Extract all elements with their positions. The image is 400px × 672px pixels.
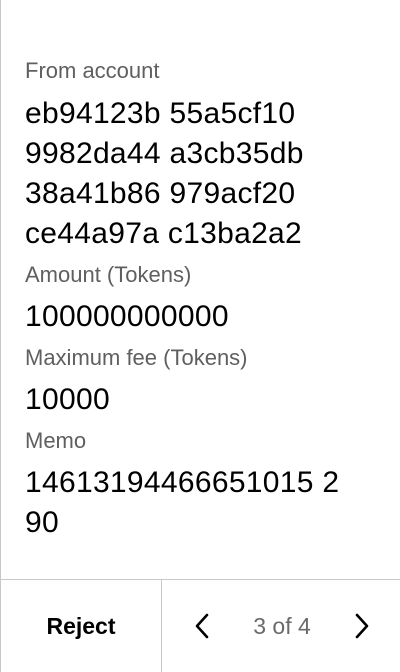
memo-line-1: 14613194466651015 2 — [25, 466, 340, 499]
from-account-line-1: eb94123b 55a5cf10 — [25, 97, 296, 130]
next-page-button[interactable] — [342, 606, 382, 646]
transaction-review-screen: From account eb94123b 55a5cf10 9982da44 … — [0, 0, 400, 672]
from-account-value: eb94123b 55a5cf10 9982da44 a3cb35db 38a4… — [25, 94, 385, 254]
previous-page-button[interactable] — [182, 606, 222, 646]
amount-label: Amount (Tokens) — [25, 262, 192, 287]
chevron-right-icon — [355, 613, 369, 639]
memo-label: Memo — [25, 428, 87, 453]
chevron-left-icon — [195, 613, 209, 639]
from-account-label: From account — [25, 58, 160, 83]
reject-button[interactable]: Reject — [1, 580, 161, 672]
action-footer: Reject 3 of 4 — [1, 579, 400, 672]
from-account-line-3: 38a41b86 979acf20 — [25, 177, 296, 210]
transaction-details: From account eb94123b 55a5cf10 9982da44 … — [25, 58, 385, 543]
pager: 3 of 4 — [162, 580, 400, 672]
from-account-line-4: ce44a97a c13ba2a2 — [25, 217, 303, 250]
from-account-line-2: 9982da44 a3cb35db — [25, 137, 304, 170]
maximum-fee-label: Maximum fee (Tokens) — [25, 345, 248, 370]
amount-value: 100000000000 — [25, 300, 229, 333]
maximum-fee-value: 10000 — [25, 383, 110, 416]
memo-value: 14613194466651015 2 90 — [25, 463, 385, 543]
memo-line-2: 90 — [25, 506, 59, 539]
page-indicator: 3 of 4 — [253, 612, 311, 639]
